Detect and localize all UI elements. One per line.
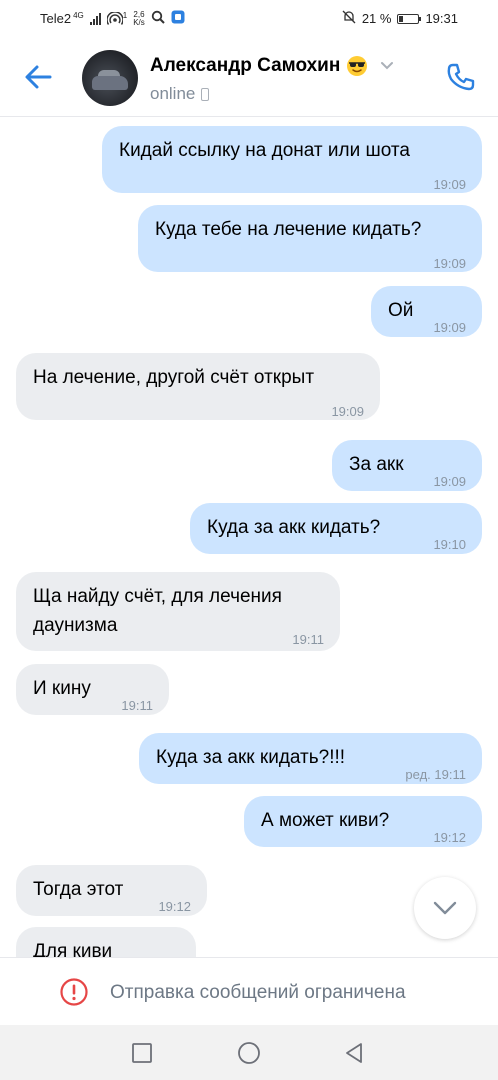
message-time: 19:09 xyxy=(433,177,466,192)
message-incoming[interactable]: На лечение, другой счёт открыт 19:09 xyxy=(16,353,380,420)
back-button[interactable] xyxy=(22,60,56,94)
recents-square-icon[interactable] xyxy=(130,1041,154,1065)
message-time: 19:09 xyxy=(433,320,466,335)
message-text: Тогда этот xyxy=(33,879,124,900)
sunglasses-emoji-icon xyxy=(347,56,368,76)
message-text-line: даунизма xyxy=(33,615,118,636)
message-outgoing[interactable]: А может киви? 19:12 xyxy=(244,796,482,847)
message-time: 19:09 xyxy=(433,474,466,489)
back-triangle-icon[interactable] xyxy=(342,1041,366,1065)
status-right: 21 % 19:31 xyxy=(342,10,458,27)
message-text: И кину xyxy=(33,678,91,699)
message-time: 19:12 xyxy=(158,899,191,914)
network-type: 4G xyxy=(73,10,84,20)
home-circle-icon[interactable] xyxy=(237,1041,261,1065)
message-text: Кидай ссылку на донат или шота xyxy=(119,140,410,161)
message-time: 19:11 xyxy=(292,632,324,647)
chat-header: Александр Самохин online xyxy=(0,36,498,117)
message-text: За акк xyxy=(349,454,404,475)
presence-status: online xyxy=(150,84,210,104)
hotspot-count: 1 xyxy=(122,10,128,20)
phone-icon xyxy=(447,63,475,91)
message-incoming[interactable]: И кину 19:11 xyxy=(16,664,169,715)
message-text: Ой xyxy=(388,300,414,321)
arrow-left-icon xyxy=(25,65,52,89)
message-outgoing[interactable]: Ой 19:09 xyxy=(371,286,482,337)
edited-label: ред. xyxy=(405,767,431,782)
speed-unit: K/s xyxy=(133,17,145,27)
search-icon xyxy=(151,10,165,27)
message-outgoing[interactable]: Куда тебе на лечение кидать? 19:09 xyxy=(138,205,482,272)
contact-title[interactable]: Александр Самохин xyxy=(150,55,394,77)
chevron-down-icon xyxy=(433,901,457,915)
message-text: Для киви xyxy=(33,941,113,957)
message-time: 19:11 xyxy=(121,698,153,713)
message-incoming[interactable]: Тогда этот 19:12 xyxy=(16,865,207,916)
message-outgoing[interactable]: За акк 19:09 xyxy=(332,440,482,491)
avatar-car-body xyxy=(92,76,128,90)
speed-indicator: 2,6 K/s xyxy=(133,10,145,27)
status-bar: Tele2 4G 1 2,6 K/s 21 % 19:31 xyxy=(0,0,498,36)
clock: 19:31 xyxy=(425,11,458,26)
message-text: А может киви? xyxy=(261,810,390,831)
carrier-label: Tele2 xyxy=(40,11,72,26)
message-time: 19:11 xyxy=(434,767,466,782)
message-meta: ред. 19:11 xyxy=(405,760,466,789)
battery-percent: 21 % xyxy=(361,11,392,26)
message-outgoing[interactable]: Куда за акк кидать?!!! ред. 19:11 xyxy=(139,733,482,784)
avatar[interactable] xyxy=(82,50,138,106)
message-outgoing[interactable]: Куда за акк кидать? 19:10 xyxy=(190,503,482,554)
message-time: 19:09 xyxy=(433,256,466,271)
restriction-banner: Отправка сообщений ограничена xyxy=(0,957,498,1025)
message-text: Куда за акк кидать?!!! xyxy=(156,747,346,768)
app-notification-icon xyxy=(171,10,185,27)
battery-icon xyxy=(397,13,422,24)
message-text: Куда за акк кидать? xyxy=(207,517,381,538)
message-time: 19:12 xyxy=(433,830,466,845)
message-time: 19:09 xyxy=(331,404,364,419)
mute-bell-icon xyxy=(342,10,356,27)
message-incoming[interactable]: Ща найду счёт, для лечения даунизма 19:1… xyxy=(16,572,340,651)
message-time: 19:10 xyxy=(433,537,466,552)
message-outgoing[interactable]: Кидай ссылку на донат или шота 19:09 xyxy=(102,126,482,193)
message-text: Куда тебе на лечение кидать? xyxy=(155,219,422,240)
scroll-down-button[interactable] xyxy=(414,877,476,939)
message-text: На лечение, другой счёт открыт xyxy=(33,367,315,388)
status-left: Tele2 4G 1 2,6 K/s xyxy=(40,10,185,27)
message-list[interactable]: Кидай ссылку на донат или шота 19:09 Куд… xyxy=(0,117,498,957)
system-nav-bar xyxy=(0,1025,498,1080)
message-text-line: Ща найду счёт, для лечения xyxy=(33,586,282,607)
call-button[interactable] xyxy=(444,60,478,94)
contact-name: Александр Самохин xyxy=(150,55,341,76)
hotspot-icon: 1 xyxy=(106,10,128,26)
mobile-device-icon xyxy=(201,87,210,101)
online-status: online xyxy=(150,84,196,103)
message-incoming[interactable]: Для киви xyxy=(16,927,196,957)
alert-circle-icon xyxy=(60,978,88,1006)
signal-icon xyxy=(89,12,101,25)
restriction-text: Отправка сообщений ограничена xyxy=(110,982,406,1003)
chevron-down-icon xyxy=(381,62,394,70)
